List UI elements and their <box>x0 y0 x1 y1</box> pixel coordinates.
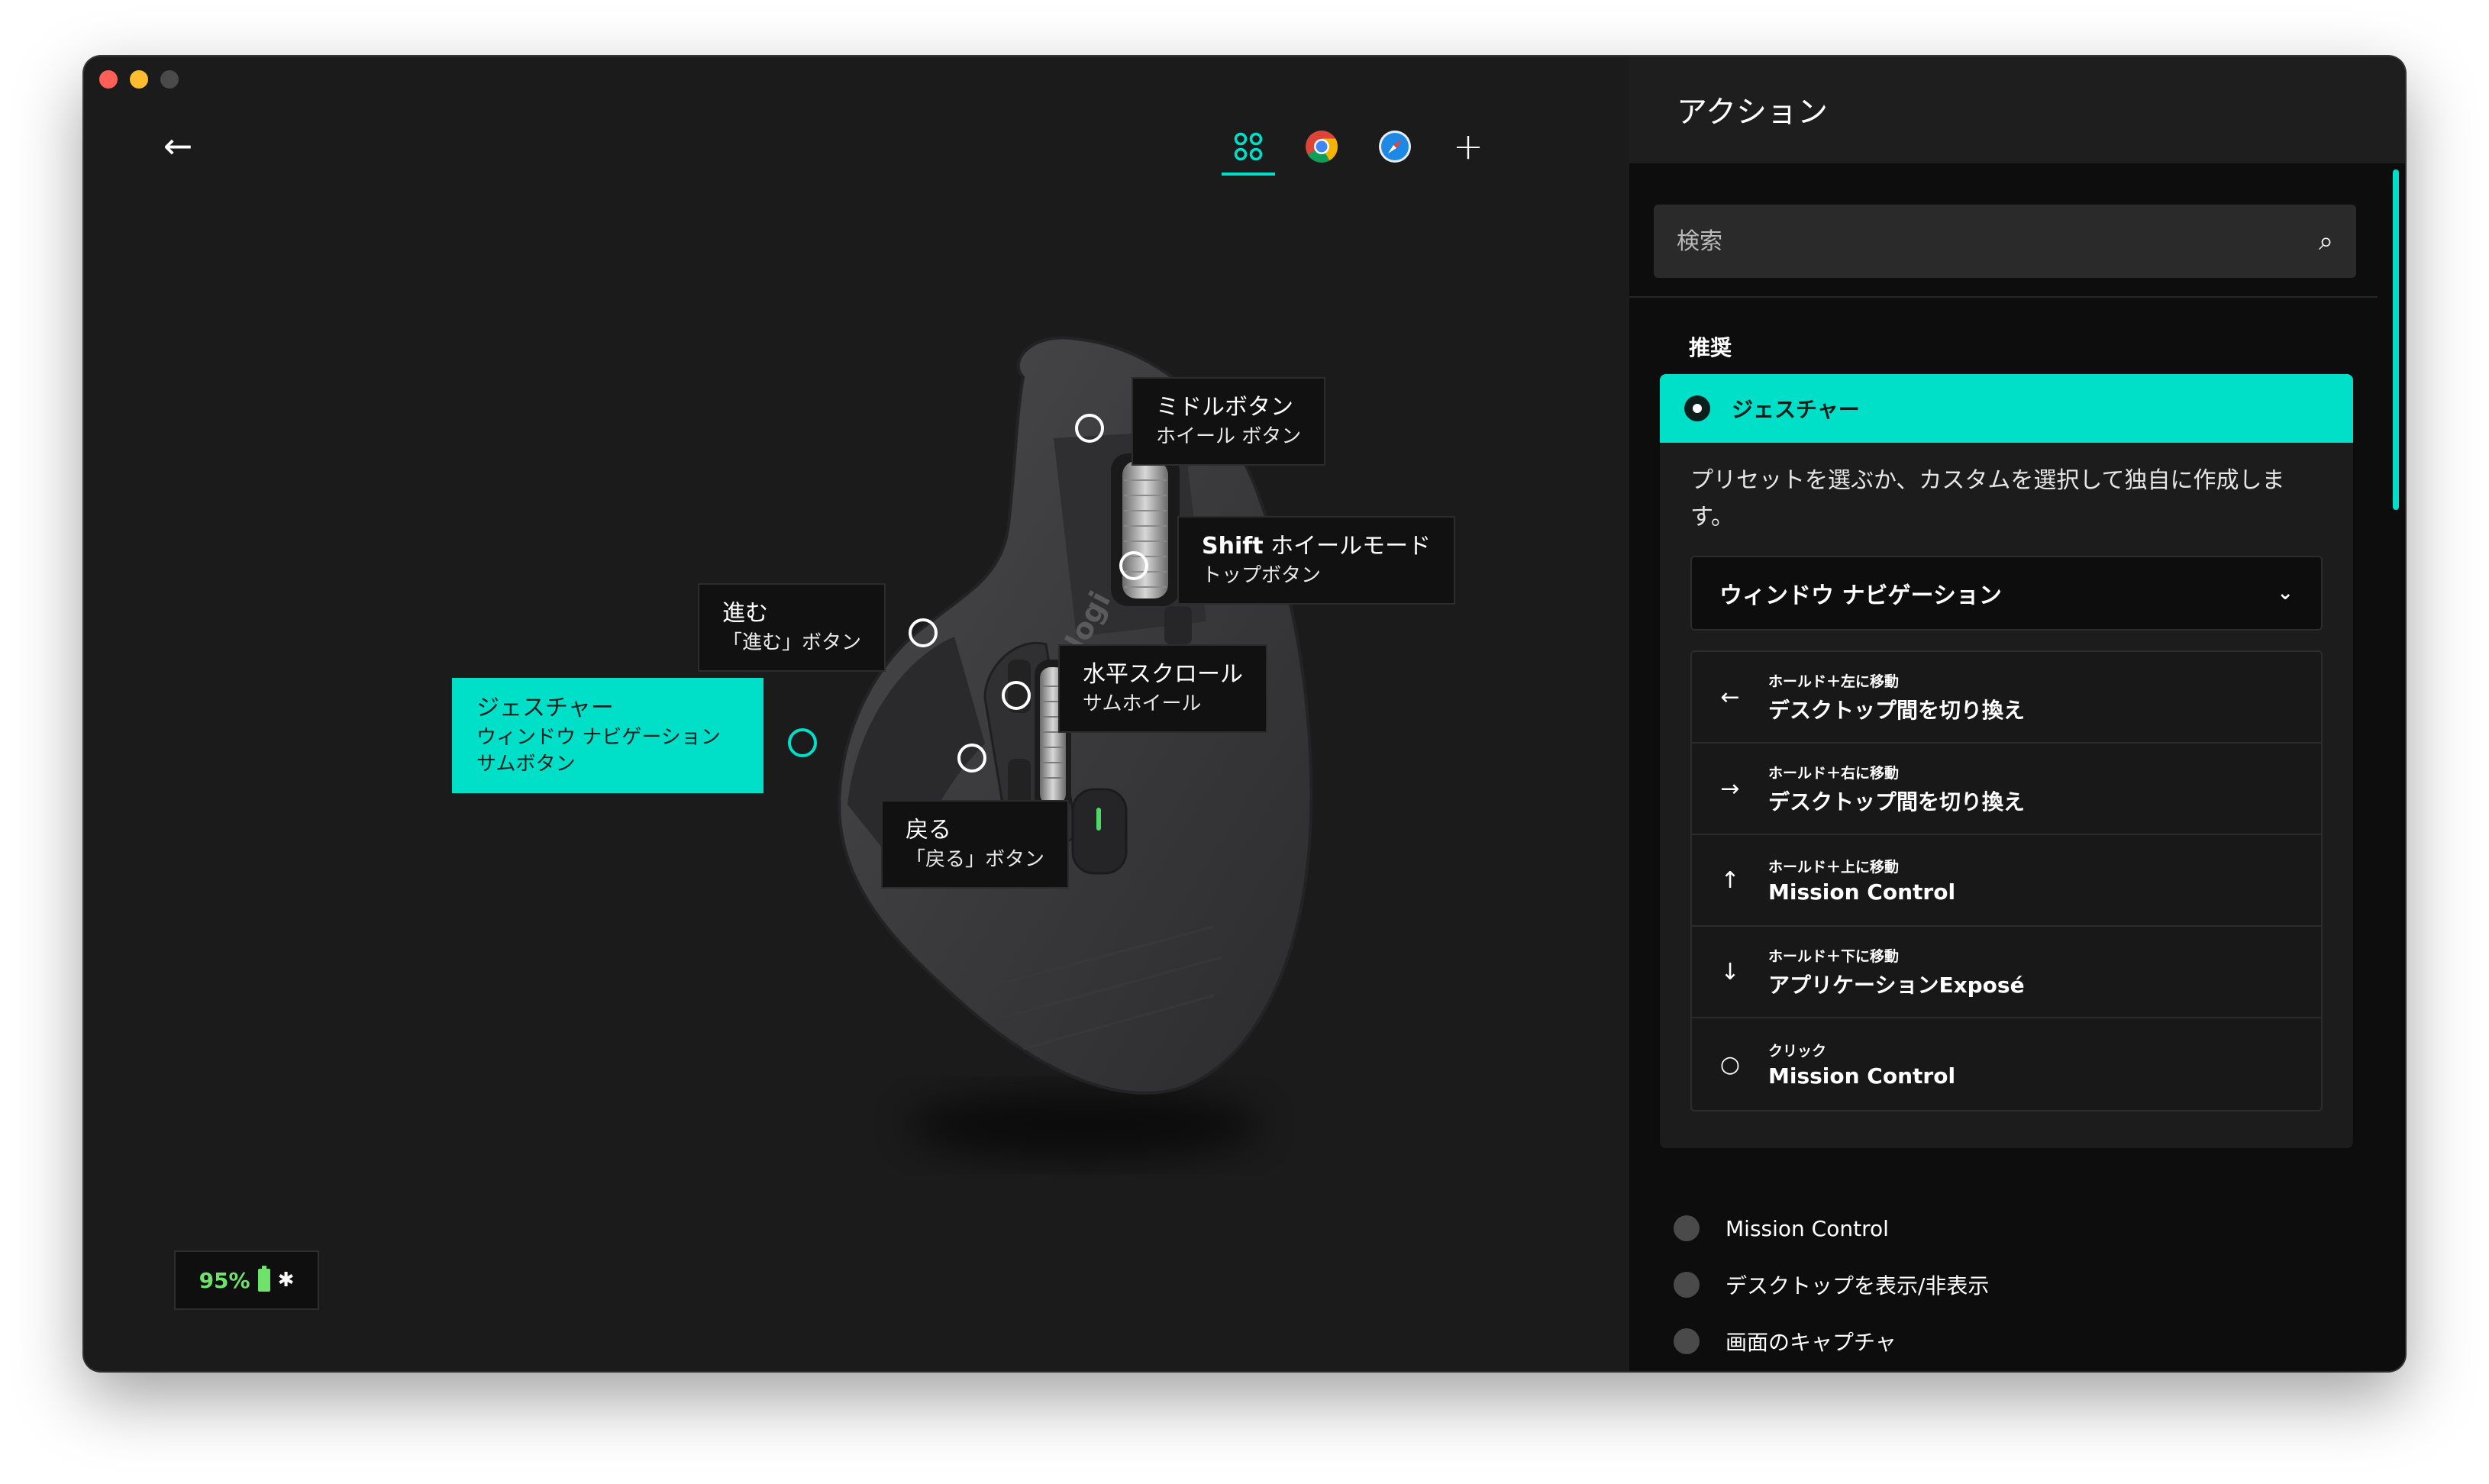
hotspot-horizontal-scroll[interactable] <box>1002 681 1031 710</box>
search-icon[interactable]: ⌕ <box>2319 226 2333 256</box>
action-option-label: 画面のキャプチャ <box>1726 1330 1897 1355</box>
arrow-left-icon: ← <box>163 125 193 166</box>
gesture-row-click[interactable]: ○ クリック Mission Control <box>1692 1018 2321 1110</box>
gesture-row-down[interactable]: ↓ ホールド＋下に移動 アプリケーションExposé <box>1692 927 2321 1018</box>
gesture-action: デスクトップ間を切り換え <box>1768 789 2026 815</box>
callout-middle-title: ミドルボタン <box>1156 394 1293 421</box>
section-recommended: 推奨 <box>1689 335 1732 360</box>
callout-middle-button[interactable]: ミドルボタン ホイール ボタン <box>1132 377 1326 466</box>
action-option-label: デスクトップを表示/非表示 <box>1726 1273 1990 1298</box>
arrow-down-icon: ↓ <box>1720 958 1740 986</box>
hotspot-middle-button[interactable] <box>1075 414 1104 443</box>
gesture-description: プリセットを選ぶか、カスタムを選択して独自に作成します。 <box>1690 467 2285 531</box>
battery-percent: 95% <box>199 1267 250 1293</box>
radio-selected-icon[interactable] <box>1684 395 1710 421</box>
tab-chrome[interactable] <box>1295 118 1348 176</box>
panel-title: アクション <box>1677 95 1828 130</box>
gesture-mapping-list: ← ホールド＋左に移動 デスクトップ間を切り換え → ホールド＋右に移動 デスク… <box>1690 650 2323 1111</box>
hotspot-back-button[interactable] <box>957 744 986 773</box>
panel-scrollbar[interactable] <box>2393 169 2399 510</box>
action-option-label: Mission Control <box>1726 1215 1889 1241</box>
click-circle-icon: ○ <box>1719 1050 1741 1078</box>
battery-icon <box>257 1266 270 1292</box>
radio-unselected-icon[interactable] <box>1674 1272 1700 1298</box>
other-actions-list: Mission Control デスクトップを表示/非表示 画面のキャプチャ <box>1674 1200 1989 1369</box>
add-app-icon: + <box>1452 125 1484 168</box>
arrow-left-icon: ← <box>1720 683 1740 711</box>
divider <box>1629 296 2378 298</box>
app-profile-tabs: + <box>1222 118 1495 176</box>
callout-back-subtitle: 「戻る」ボタン <box>906 847 1045 871</box>
callout-horizontal-scroll[interactable]: 水平スクロール サムホイール <box>1058 644 1267 733</box>
back-button[interactable]: ← <box>159 127 197 165</box>
gesture-row-right[interactable]: → ホールド＋右に移動 デスクトップ間を切り換え <box>1692 744 2321 835</box>
gesture-trigger: ホールド＋上に移動 <box>1768 859 1900 876</box>
action-option-mission-control[interactable]: Mission Control <box>1674 1200 1989 1257</box>
hotspot-forward-button[interactable] <box>909 618 938 647</box>
gesture-action: アプリケーションExposé <box>1768 972 2025 998</box>
callout-hscroll-title: 水平スクロール <box>1083 661 1243 688</box>
callout-gesture-preset: ウィンドウ ナビゲーション <box>476 725 721 749</box>
callout-forward-button[interactable]: 進む 「進む」ボタン <box>698 583 886 672</box>
battery-status: 95% ✱ <box>174 1250 319 1310</box>
callout-shift-wheel-mode[interactable]: Shift ホイールモード トップボタン <box>1177 516 1456 605</box>
gesture-trigger: クリック <box>1768 1043 1827 1060</box>
callout-gesture-subtitle: サムボタン <box>476 752 576 776</box>
panel-body: ⌕ 推奨 ジェスチャー プリセットを選ぶか、カスタムを選択して独自に作成します。… <box>1629 163 2405 1371</box>
callout-forward-title: 進む <box>722 600 768 627</box>
callout-shift-subtitle: トップボタン <box>1202 563 1322 587</box>
gesture-option-label: ジェスチャー <box>1732 397 1860 422</box>
arrow-right-icon: → <box>1720 775 1740 802</box>
radio-unselected-icon[interactable] <box>1674 1215 1700 1241</box>
gesture-action-card: ジェスチャー プリセットを選ぶか、カスタムを選択して独自に作成します。 ウィンド… <box>1660 374 2353 1148</box>
add-app-button[interactable]: + <box>1441 118 1495 176</box>
gesture-row-left[interactable]: ← ホールド＋左に移動 デスクトップ間を切り換え <box>1692 652 2321 744</box>
action-option-screen-capture[interactable]: 画面のキャプチャ <box>1674 1313 1989 1369</box>
gesture-row-up[interactable]: ↑ ホールド＋上に移動 Mission Control <box>1692 835 2321 927</box>
bluetooth-icon: ✱ <box>277 1269 295 1292</box>
device-view: ← + logi ミドルボタン ホイール ボタン Shift ホイールモード ト… <box>84 56 1629 1371</box>
chrome-icon <box>1306 131 1338 163</box>
callout-middle-subtitle: ホイール ボタン <box>1156 424 1302 448</box>
callout-shift-title: Shift ホイールモード <box>1202 533 1432 560</box>
callout-back-title: 戻る <box>906 817 951 844</box>
search-box[interactable]: ⌕ <box>1654 205 2356 278</box>
preset-selected-value: ウィンドウ ナビゲーション <box>1719 582 2002 609</box>
tab-all-apps[interactable] <box>1222 118 1275 176</box>
gesture-action: Mission Control <box>1768 879 1956 905</box>
all-apps-icon <box>1234 132 1263 161</box>
gesture-trigger: ホールド＋左に移動 <box>1768 673 1900 690</box>
action-option-show-desktop[interactable]: デスクトップを表示/非表示 <box>1674 1257 1989 1313</box>
hotspot-shift-button[interactable] <box>1119 551 1148 580</box>
callout-back-button[interactable]: 戻る 「戻る」ボタン <box>881 800 1070 889</box>
gesture-trigger: ホールド＋右に移動 <box>1768 764 1900 782</box>
callout-gesture-title: ジェスチャー <box>476 695 614 721</box>
actions-panel: アクション ⌕ 推奨 ジェスチャー プリセットを選ぶか、カスタムを選択して独自に… <box>1629 56 2405 1371</box>
callout-gesture-button[interactable]: ジェスチャー ウィンドウ ナビゲーション サムボタン <box>452 678 763 793</box>
app-window: ← + logi ミドルボタン ホイール ボタン Shift ホイールモード ト… <box>84 56 2405 1371</box>
hotspot-gesture-button[interactable] <box>788 728 817 757</box>
gesture-action: Mission Control <box>1768 1063 1956 1089</box>
gesture-option[interactable]: ジェスチャー <box>1660 374 2353 443</box>
chevron-down-icon: ⌄ <box>2277 582 2294 605</box>
arrow-up-icon: ↑ <box>1720 866 1740 894</box>
safari-icon <box>1379 131 1411 163</box>
gesture-action: デスクトップ間を切り換え <box>1768 697 2026 723</box>
search-input[interactable] <box>1677 227 2319 255</box>
callout-hscroll-subtitle: サムホイール <box>1083 692 1202 715</box>
radio-unselected-icon[interactable] <box>1674 1328 1700 1354</box>
preset-dropdown[interactable]: ウィンドウ ナビゲーション ⌄ <box>1690 556 2323 631</box>
gesture-trigger: ホールド＋下に移動 <box>1768 947 1900 965</box>
tab-safari[interactable] <box>1368 118 1422 176</box>
callout-forward-subtitle: 「進む」ボタン <box>722 631 862 654</box>
